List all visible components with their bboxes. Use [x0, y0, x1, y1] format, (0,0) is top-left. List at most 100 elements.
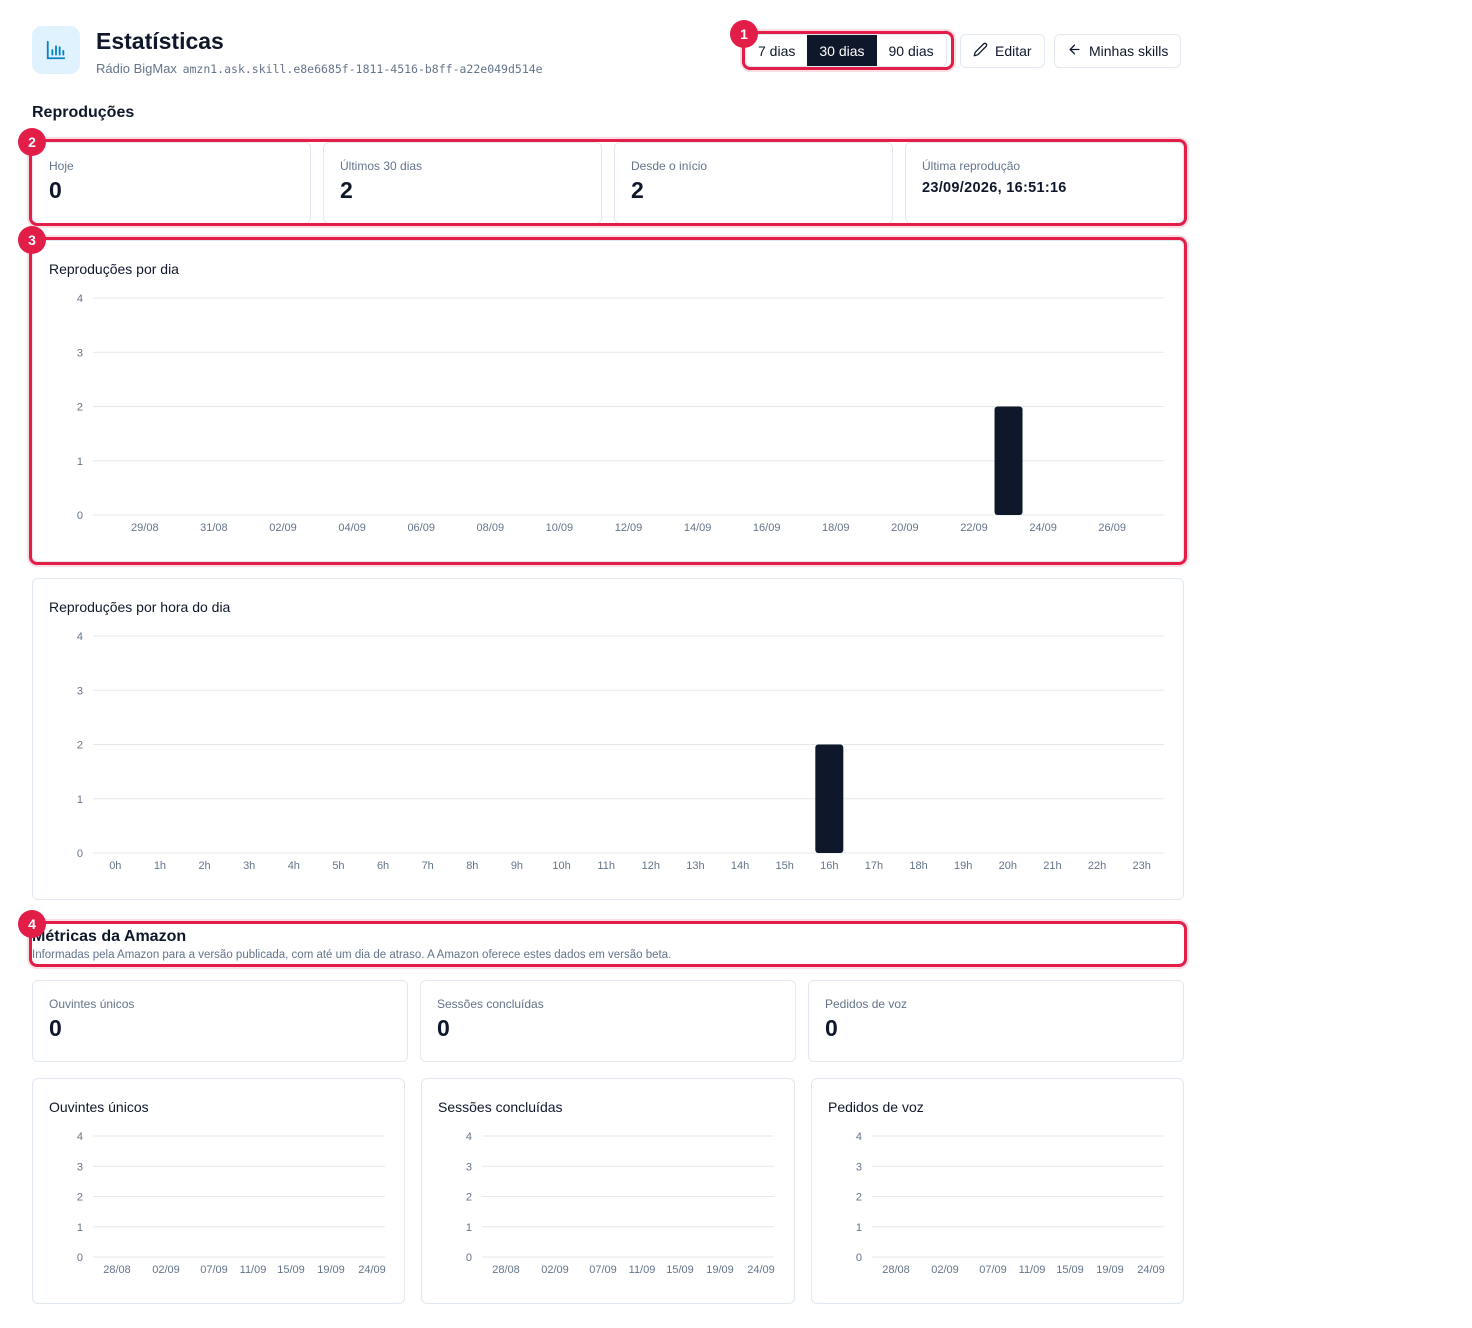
x-tick-label: 08/09	[477, 522, 505, 534]
amazon-section-title: Métricas da Amazon	[32, 928, 187, 945]
skill-subtitle: Rádio BigMax amzn1.ask.skill.e8e6685f-18…	[96, 61, 543, 76]
stat-value: 0	[437, 1015, 450, 1041]
x-tick-label: 16h	[820, 860, 838, 872]
range-90-days-button[interactable]: 90 dias	[876, 35, 946, 66]
my-skills-button-label: Minhas skills	[1089, 43, 1169, 59]
x-tick-label: 26/09	[1098, 522, 1126, 534]
stat-card-last-30-days: Últimos 30 dias 2	[323, 142, 602, 224]
x-tick-label: 02/09	[931, 1264, 959, 1276]
x-tick-label: 24/09	[1029, 522, 1057, 534]
stat-label: Desde o início	[631, 159, 708, 173]
skill-name: Rádio BigMax	[96, 61, 177, 76]
stat-value: 0	[49, 1015, 62, 1041]
x-tick-label: 28/08	[492, 1264, 520, 1276]
x-tick-label: 15/09	[1056, 1264, 1084, 1276]
stat-card-last-play: Última reprodução 23/09/2026, 16:51:16	[905, 142, 1184, 224]
annotation-badge-1: 1	[730, 20, 758, 48]
y-tick-label: 2	[856, 1192, 862, 1204]
x-tick-label: 29/08	[131, 522, 159, 534]
stat-label: Pedidos de voz	[825, 997, 908, 1011]
y-tick-label: 2	[77, 740, 83, 752]
x-tick-label: 14/09	[684, 522, 712, 534]
voice-requests-chart: 0 1 2 3 4 28/08 02/09 07/09 11/09 15/09 19/09 24/09	[856, 1131, 1165, 1276]
x-tick-label: 21h	[1043, 860, 1061, 872]
y-tick-label: 1	[77, 456, 83, 468]
y-tick-label: 4	[77, 631, 83, 643]
stat-card-since-start: Desde o início 2	[614, 142, 893, 224]
chart-card-completed-sessions: Sessões concluídas 0 1 2 3 4 28/08 02/09 07/09 1…	[421, 1078, 795, 1304]
stat-label: Última reprodução	[922, 159, 1021, 173]
x-tick-label: 24/09	[747, 1264, 775, 1276]
x-tick-label: 19h	[954, 860, 972, 872]
x-tick-label: 17h	[865, 860, 883, 872]
y-tick-label: 0	[77, 848, 83, 860]
stat-value: 2	[631, 177, 644, 203]
x-tick-label: 11h	[597, 860, 615, 872]
stat-value: 0	[825, 1015, 838, 1041]
x-tick-label: 11/09	[240, 1264, 267, 1276]
y-tick-label: 1	[466, 1222, 472, 1234]
x-tick-label: 0h	[109, 860, 121, 872]
plays-per-day-chart: 0 1 2 3 4 29/08 31/08 02/09 04/09 06/09 08/09 10/09…	[77, 293, 1164, 534]
chart-card-unique-listeners: Ouvintes únicos 0 1 2 3 4 28/08 02/09 07/09 11/0…	[32, 1078, 405, 1304]
x-tick-label: 7h	[422, 860, 434, 872]
x-tick-label: 19/09	[706, 1264, 734, 1276]
stat-label: Sessões concluídas	[437, 997, 544, 1011]
stat-card-voice-requests: Pedidos de voz 0	[808, 980, 1184, 1062]
y-tick-label: 3	[856, 1161, 862, 1173]
range-30-days-button[interactable]: 30 dias	[807, 35, 877, 66]
y-tick-label: 0	[77, 510, 83, 522]
x-tick-label: 24/09	[358, 1264, 386, 1276]
x-tick-label: 15h	[776, 860, 794, 872]
x-tick-label: 02/09	[152, 1264, 180, 1276]
unique-listeners-chart: 0 1 2 3 4 28/08 02/09 07/09 11/09 15/09 19/09 24/09	[77, 1131, 386, 1276]
x-tick-label: 23h	[1133, 860, 1151, 872]
y-tick-label: 0	[466, 1252, 472, 1264]
edit-button-label: Editar	[995, 43, 1032, 59]
x-tick-label: 10h	[552, 860, 570, 872]
my-skills-button[interactable]: Minhas skills	[1054, 34, 1182, 68]
stat-value: 23/09/2026, 16:51:16	[922, 180, 1067, 196]
stat-card-completed-sessions: Sessões concluídas 0	[420, 980, 796, 1062]
plays-per-hour-chart: 0 1 2 3 4 0h 1h 2h 3h 4h 5h 6h 7h 8h 9h 10h 11h 12h 13h 14h…	[77, 631, 1164, 872]
completed-sessions-chart: 0 1 2 3 4 28/08 02/09 07/09 11/09 15/09 19/09 24/09	[466, 1131, 775, 1276]
plays-section-title: Reproduções	[32, 104, 135, 121]
y-tick-label: 4	[466, 1131, 472, 1143]
x-tick-label: 20h	[999, 860, 1017, 872]
x-tick-label: 18h	[909, 860, 927, 872]
x-tick-label: 07/09	[589, 1264, 617, 1276]
arrow-left-icon	[1067, 42, 1082, 60]
y-tick-label: 3	[466, 1161, 472, 1173]
x-tick-label: 12h	[642, 860, 660, 872]
y-tick-label: 1	[77, 1222, 83, 1234]
stat-label: Últimos 30 dias	[340, 159, 423, 173]
x-tick-label: 07/09	[979, 1264, 1007, 1276]
y-tick-label: 4	[856, 1131, 862, 1143]
pencil-icon	[973, 42, 988, 60]
x-tick-label: 5h	[332, 860, 344, 872]
x-tick-label: 06/09	[407, 522, 435, 534]
x-tick-label: 4h	[288, 860, 300, 872]
stat-value: 0	[49, 177, 62, 203]
bar	[815, 744, 844, 853]
edit-button[interactable]: Editar	[960, 34, 1045, 68]
y-tick-label: 1	[856, 1222, 862, 1234]
y-tick-label: 2	[466, 1192, 472, 1204]
annotation-badge-2: 2	[18, 128, 46, 156]
x-tick-label: 22/09	[960, 522, 988, 534]
x-tick-label: 2h	[198, 860, 210, 872]
stat-value: 2	[340, 177, 353, 203]
x-tick-label: 10/09	[546, 522, 574, 534]
x-tick-label: 18/09	[822, 522, 850, 534]
y-tick-label: 3	[77, 685, 83, 697]
date-range-selector: 7 dias 30 dias 90 dias	[745, 34, 947, 67]
x-tick-label: 14h	[731, 860, 749, 872]
y-tick-label: 3	[77, 347, 83, 359]
chart-card-plays-per-day: Reproduções por dia 0 1 2 3 4 29/08 31/08 02/09…	[32, 240, 1184, 562]
x-tick-label: 8h	[466, 860, 478, 872]
bar-chart-icon	[32, 26, 80, 74]
y-tick-label: 3	[77, 1161, 83, 1173]
y-tick-label: 0	[77, 1252, 83, 1264]
x-tick-label: 15/09	[666, 1264, 694, 1276]
x-tick-label: 02/09	[541, 1264, 569, 1276]
